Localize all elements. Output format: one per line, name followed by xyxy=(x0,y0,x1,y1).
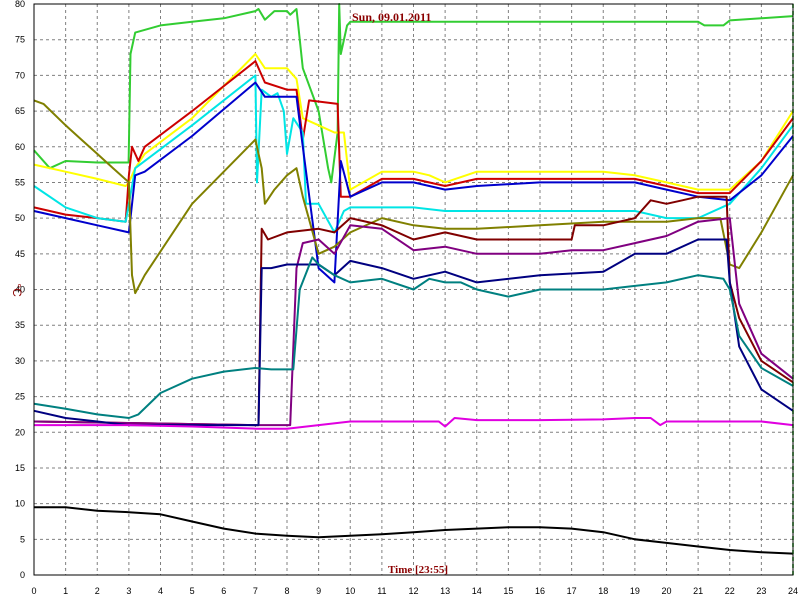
x-tick-label: 3 xyxy=(126,586,131,596)
y-tick-label: 35 xyxy=(15,320,25,330)
y-tick-label: 75 xyxy=(15,35,25,45)
chart-title: Sun, 09.01.2011 xyxy=(352,10,431,24)
line-chart: 0 1 2 3 4 5 6 7 8 9 10 11 12 13 14 15 16 17 18 19 20 21 22 23 24… xyxy=(10,0,798,596)
y-tick-label: 25 xyxy=(15,392,25,402)
x-tick-label: 20 xyxy=(661,586,671,596)
y-tick-label: 5 xyxy=(20,534,25,544)
y-tick-label: 60 xyxy=(15,142,25,152)
tick-labels: 0 1 2 3 4 5 6 7 8 9 10 11 12 13 14 15 16 17 18 19 20 21 22 23 24… xyxy=(15,0,798,596)
x-tick-label: 9 xyxy=(316,586,321,596)
x-tick-label: 23 xyxy=(756,586,766,596)
x-tick-label: 16 xyxy=(535,586,545,596)
x-tick-label: 5 xyxy=(190,586,195,596)
y-tick-label: 65 xyxy=(15,106,25,116)
x-tick-label: 18 xyxy=(598,586,608,596)
x-tick-label: 13 xyxy=(440,586,450,596)
x-tick-label: 17 xyxy=(567,586,577,596)
y-tick-label: 30 xyxy=(15,356,25,366)
x-tick-label: 12 xyxy=(408,586,418,596)
x-tick-label: 2 xyxy=(95,586,100,596)
x-tick-label: 24 xyxy=(788,586,798,596)
x-axis-label: Time [23:55] xyxy=(388,564,448,576)
x-tick-label: 15 xyxy=(503,586,513,596)
x-tick-label: 7 xyxy=(253,586,258,596)
x-tick-label: 0 xyxy=(31,586,36,596)
y-tick-label: 20 xyxy=(15,427,25,437)
y-tick-label: 0 xyxy=(20,570,25,580)
y-tick-label: 45 xyxy=(15,249,25,259)
y-tick-label: 50 xyxy=(15,213,25,223)
x-tick-label: 1 xyxy=(63,586,68,596)
y-axis-label: °C xyxy=(10,283,24,297)
x-tick-label: 10 xyxy=(345,586,355,596)
series-line-9 xyxy=(33,238,794,427)
x-tick-label: 19 xyxy=(630,586,640,596)
x-tick-label: 14 xyxy=(472,586,482,596)
series-group xyxy=(33,3,794,555)
y-tick-label: 15 xyxy=(15,463,25,473)
x-tick-label: 4 xyxy=(158,586,163,596)
x-tick-label: 6 xyxy=(221,586,226,596)
y-tick-label: 80 xyxy=(15,0,25,9)
y-tick-label: 55 xyxy=(15,177,25,187)
x-tick-label: 8 xyxy=(284,586,289,596)
x-tick-label: 22 xyxy=(725,586,735,596)
y-tick-label: 10 xyxy=(15,499,25,509)
x-tick-label: 11 xyxy=(377,586,386,596)
y-tick-label: 70 xyxy=(15,70,25,80)
x-tick-label: 21 xyxy=(693,586,703,596)
